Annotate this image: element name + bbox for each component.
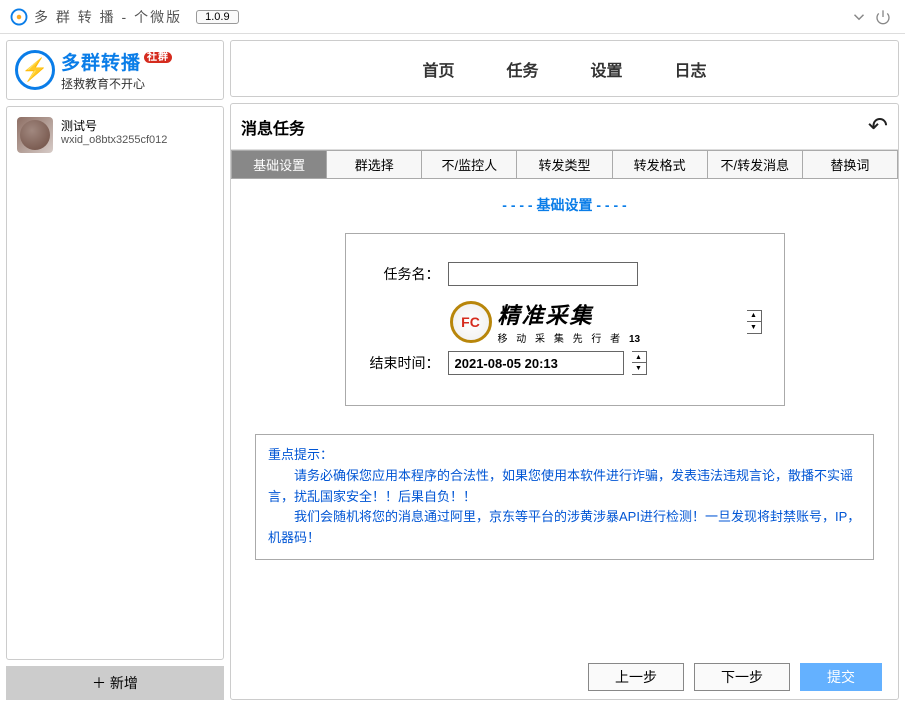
notice-p2: 我们会随机将您的消息通过阿里，京东等平台的涉黄涉暴API进行检测！一旦发现将封禁… <box>268 507 861 549</box>
sidebar: ⚡ 多群转播社群 拯救教育不开心 测试号 wxid_o8btx3255cf012… <box>6 40 224 700</box>
brand-tag: 社群 <box>144 52 172 63</box>
version-badge: 1.0.9 <box>196 10 238 24</box>
notice-box: 重点提示： 请务必确保您应用本程序的合法性，如果您使用本软件进行诈骗，发表违法违… <box>255 434 874 560</box>
tab-replace[interactable]: 替换词 <box>803 151 897 178</box>
notice-p1: 请务必确保您应用本程序的合法性，如果您使用本软件进行诈骗，发表违法违规言论，散播… <box>268 466 861 508</box>
form-box: 任务名： FC 精准采集 移 动 采 集 先 行 者 13 ▲▼ 结束时间： ▲… <box>345 233 785 406</box>
nav-log[interactable]: 日志 <box>673 51 709 87</box>
account-list: 测试号 wxid_o8btx3255cf012 <box>6 106 224 660</box>
brand-card: ⚡ 多群转播社群 拯救教育不开心 <box>6 40 224 100</box>
watermark-title: 精准采集 <box>498 298 641 330</box>
spin-down-icon: ▼ <box>632 363 646 374</box>
app-icon <box>10 8 28 26</box>
nav-task[interactable]: 任务 <box>504 51 540 87</box>
tab-forward-type[interactable]: 转发类型 <box>517 151 612 178</box>
submit-button[interactable]: 提交 <box>800 663 882 691</box>
account-wxid: wxid_o8btx3255cf012 <box>61 134 167 146</box>
tab-group[interactable]: 群选择 <box>327 151 422 178</box>
tab-forward-format[interactable]: 转发格式 <box>613 151 708 178</box>
time-spinner-2[interactable]: ▲▼ <box>632 351 647 375</box>
end-time-label: 结束时间： <box>368 353 440 373</box>
main-nav: 首页 任务 设置 日志 <box>230 40 899 97</box>
minimize-icon[interactable] <box>847 5 871 29</box>
clock-icon: FC <box>450 301 492 343</box>
nav-settings[interactable]: 设置 <box>589 51 625 87</box>
watermark-sub: 移 动 采 集 先 行 者 <box>498 334 624 345</box>
task-panel: 消息任务 ↶ 基础设置 群选择 不/监控人 转发类型 转发格式 不/转发消息 替… <box>230 103 899 700</box>
notice-head: 重点提示： <box>268 445 861 466</box>
brand-slogan: 拯救教育不开心 <box>61 75 172 92</box>
footer-actions: 上一步 下一步 提交 <box>231 655 898 699</box>
nav-home[interactable]: 首页 <box>420 51 456 87</box>
spin-up-icon: ▲ <box>747 311 761 322</box>
next-button[interactable]: 下一步 <box>694 663 790 691</box>
power-icon[interactable] <box>871 5 895 29</box>
end-time-input[interactable] <box>448 351 624 375</box>
tab-monitor[interactable]: 不/监控人 <box>422 151 517 178</box>
spin-up-icon: ▲ <box>632 352 646 363</box>
tab-forward-msg[interactable]: 不/转发消息 <box>708 151 803 178</box>
brand-icon: ⚡ <box>15 50 55 90</box>
titlebar: 多 群 转 播 - 个微版 1.0.9 <box>0 0 905 34</box>
spin-down-icon: ▼ <box>747 322 761 333</box>
prev-button[interactable]: 上一步 <box>588 663 684 691</box>
account-name: 测试号 <box>61 117 167 134</box>
inline-suffix: 13 <box>629 334 640 345</box>
watermark: FC 精准采集 移 动 采 集 先 行 者 13 ▲▼ <box>450 298 762 345</box>
add-button[interactable]: ＋ 新增 <box>6 666 224 700</box>
list-item[interactable]: 测试号 wxid_o8btx3255cf012 <box>13 113 217 157</box>
window-title: 多 群 转 播 - 个微版 <box>34 7 182 27</box>
sub-tabs: 基础设置 群选择 不/监控人 转发类型 转发格式 不/转发消息 替换词 <box>231 150 898 179</box>
tab-basic[interactable]: 基础设置 <box>232 151 327 178</box>
back-icon[interactable]: ↶ <box>868 112 888 141</box>
panel-title: 消息任务 <box>241 115 305 139</box>
avatar <box>17 117 53 153</box>
brand-name: 多群转播 <box>61 53 141 74</box>
time-spinner-1[interactable]: ▲▼ <box>747 310 762 334</box>
section-title: - - - - 基础设置 - - - - <box>231 195 898 215</box>
task-name-label: 任务名： <box>368 264 440 284</box>
task-name-input[interactable] <box>448 262 638 286</box>
